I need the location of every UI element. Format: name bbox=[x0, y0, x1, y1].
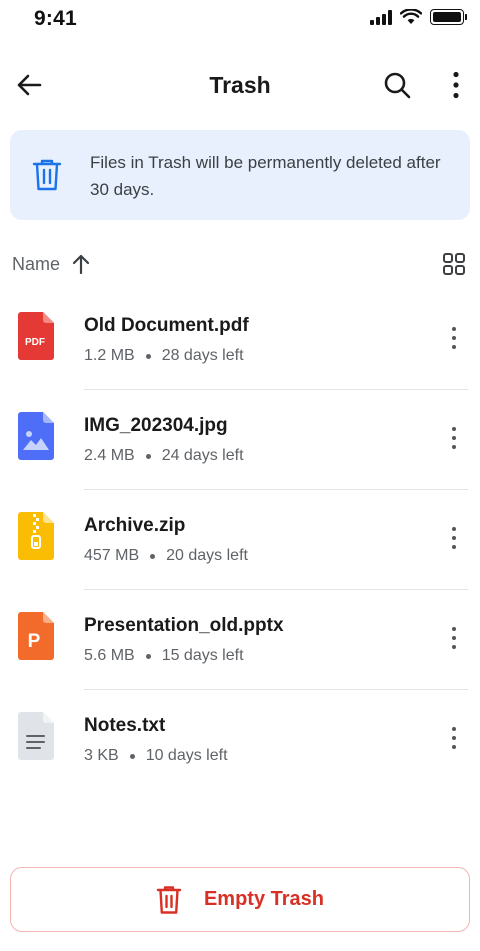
separator-dot bbox=[145, 453, 151, 459]
separator-dot bbox=[145, 353, 151, 359]
empty-trash-label: Empty Trash bbox=[203, 888, 325, 910]
file-meta: 3 KB 10 days left bbox=[84, 747, 228, 765]
cellular-signal-icon bbox=[370, 9, 392, 25]
status-bar: 9:41 bbox=[0, 0, 480, 40]
pdf-file-icon: PDF bbox=[18, 312, 54, 360]
status-time: 9:41 bbox=[34, 7, 77, 30]
more-vert-icon[interactable] bbox=[444, 424, 464, 452]
more-vert-icon[interactable] bbox=[444, 524, 464, 552]
list-item[interactable]: IMG_202304.jpg 2.4 MB 24 days left bbox=[0, 390, 480, 490]
pdf-badge: PDF bbox=[25, 337, 45, 348]
separator-dot bbox=[150, 553, 156, 559]
file-size: 2.4 MB bbox=[84, 447, 135, 464]
file-meta: 1.2 MB 28 days left bbox=[84, 347, 244, 365]
list-item[interactable]: P Presentation_old.pptx 5.6 MB 15 days l… bbox=[0, 590, 480, 690]
file-list: PDF Old Document.pdf 1.2 MB 28 days left… bbox=[0, 290, 480, 790]
trash-icon bbox=[32, 159, 62, 191]
days-left: 15 days left bbox=[161, 647, 244, 664]
file-meta: 457 MB 20 days left bbox=[84, 547, 248, 565]
search-button[interactable] bbox=[380, 68, 414, 102]
list-item[interactable]: Notes.txt 3 KB 10 days left bbox=[0, 690, 480, 790]
file-name: Notes.txt bbox=[84, 715, 166, 736]
separator-dot bbox=[145, 653, 151, 659]
more-options-button[interactable] bbox=[444, 68, 468, 102]
file-size: 457 MB bbox=[84, 547, 140, 564]
zip-file-icon bbox=[18, 512, 54, 560]
more-vert-icon[interactable] bbox=[444, 624, 464, 652]
days-left: 28 days left bbox=[161, 347, 244, 364]
days-left: 10 days left bbox=[145, 747, 228, 764]
arrow-up-icon[interactable] bbox=[70, 252, 92, 276]
days-left: 20 days left bbox=[166, 547, 248, 564]
text-file-icon bbox=[18, 712, 54, 760]
more-vert-icon[interactable] bbox=[444, 324, 464, 352]
trash-icon bbox=[156, 885, 182, 914]
more-vert-icon[interactable] bbox=[444, 724, 464, 752]
battery-icon bbox=[430, 9, 467, 25]
file-name: Old Document.pdf bbox=[84, 315, 249, 336]
list-item[interactable]: Archive.zip 457 MB 20 days left bbox=[0, 490, 480, 590]
pptx-badge: P bbox=[28, 631, 41, 652]
sort-row: Name bbox=[0, 248, 480, 282]
app-bar: Trash bbox=[0, 60, 480, 112]
info-banner: Files in Trash will be permanently delet… bbox=[10, 130, 470, 220]
empty-trash-button[interactable]: Empty Trash bbox=[10, 867, 470, 932]
image-file-icon bbox=[18, 412, 54, 460]
search-icon bbox=[384, 72, 411, 99]
days-left: 24 days left bbox=[161, 447, 244, 464]
list-item[interactable]: PDF Old Document.pdf 1.2 MB 28 days left bbox=[0, 290, 480, 390]
separator-dot bbox=[129, 753, 135, 759]
pptx-file-icon: P bbox=[18, 612, 54, 660]
file-name: IMG_202304.jpg bbox=[84, 415, 228, 436]
grid-view-icon[interactable] bbox=[442, 252, 466, 276]
file-size: 5.6 MB bbox=[84, 647, 135, 664]
wifi-icon bbox=[400, 9, 422, 24]
status-icons bbox=[370, 9, 467, 25]
file-size: 1.2 MB bbox=[84, 347, 135, 364]
sort-button[interactable]: Name bbox=[12, 254, 60, 275]
banner-text: Files in Trash will be permanently delet… bbox=[90, 153, 441, 199]
more-vert-icon bbox=[453, 71, 459, 99]
file-meta: 2.4 MB 24 days left bbox=[84, 447, 244, 465]
file-meta: 5.6 MB 15 days left bbox=[84, 647, 244, 665]
file-name: Presentation_old.pptx bbox=[84, 615, 284, 636]
trash-screen: 9:41 Trash Files in Trash will be perman… bbox=[0, 0, 480, 951]
file-name: Archive.zip bbox=[84, 515, 186, 536]
file-size: 3 KB bbox=[84, 747, 119, 764]
